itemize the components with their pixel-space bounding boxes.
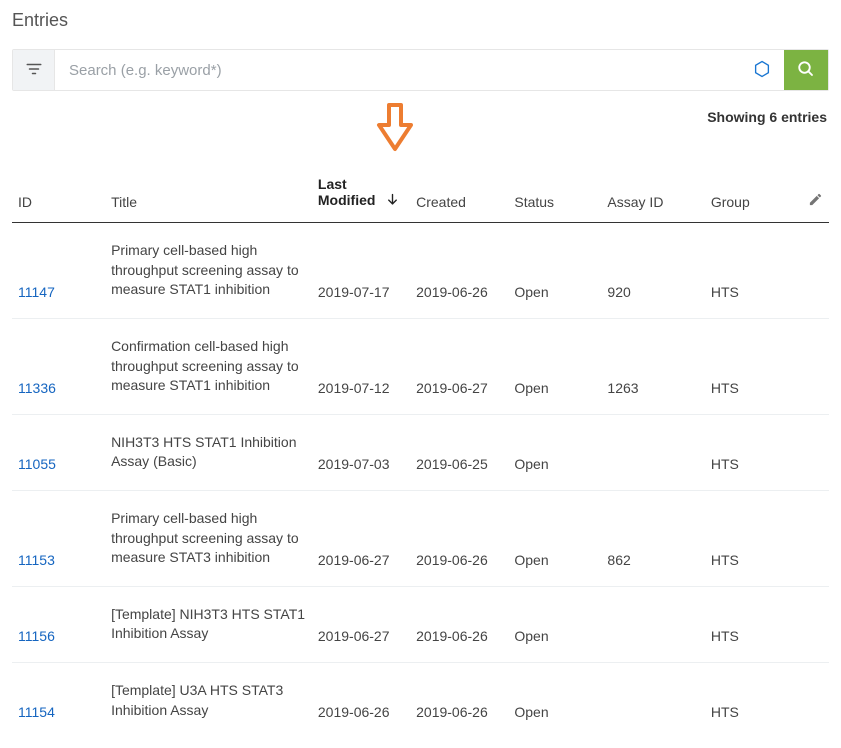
entry-last-modified: 2019-07-17 <box>312 223 410 319</box>
search-icon <box>797 60 815 81</box>
col-header-assay-id[interactable]: Assay ID <box>601 162 704 223</box>
callout-arrow <box>375 103 415 156</box>
entry-status: Open <box>508 319 601 415</box>
entry-last-modified: 2019-07-12 <box>312 319 410 415</box>
entry-title: [Template] U3A HTS STAT3 Inhibition Assa… <box>105 663 312 739</box>
hexagon-icon <box>753 60 771 81</box>
entry-assay-id: 920 <box>601 223 704 319</box>
entry-title: Primary cell-based high throughput scree… <box>105 491 312 587</box>
entry-status: Open <box>508 586 601 662</box>
entry-created: 2019-06-26 <box>410 586 508 662</box>
col-header-group[interactable]: Group <box>705 162 798 223</box>
entry-last-modified: 2019-06-27 <box>312 586 410 662</box>
entry-created: 2019-06-25 <box>410 414 508 490</box>
entry-title: NIH3T3 HTS STAT1 Inhibition Assay (Basic… <box>105 414 312 490</box>
entry-group: HTS <box>705 414 798 490</box>
entry-created: 2019-06-26 <box>410 491 508 587</box>
pencil-icon <box>808 194 823 210</box>
col-header-created[interactable]: Created <box>410 162 508 223</box>
entry-group: HTS <box>705 586 798 662</box>
entry-created: 2019-06-27 <box>410 319 508 415</box>
entry-title: Primary cell-based high throughput scree… <box>105 223 312 319</box>
entry-created: 2019-06-26 <box>410 663 508 739</box>
col-header-last-modified[interactable]: Last Modified <box>312 162 410 223</box>
entry-last-modified: 2019-06-26 <box>312 663 410 739</box>
table-row: 11153 Primary cell-based high throughput … <box>12 491 829 587</box>
col-header-status[interactable]: Status <box>508 162 601 223</box>
table-row: 11055 NIH3T3 HTS STAT1 Inhibition Assay (… <box>12 414 829 490</box>
entry-id-link[interactable]: 11154 <box>18 704 55 720</box>
entry-id-link[interactable]: 11336 <box>18 380 56 396</box>
entry-assay-id <box>601 663 704 739</box>
entry-id-link[interactable]: 11156 <box>18 628 55 644</box>
entry-assay-id: 862 <box>601 491 704 587</box>
search-bar <box>12 49 829 91</box>
entry-status: Open <box>508 491 601 587</box>
table-row: 11156 [Template] NIH3T3 HTS STAT1 Inhibit… <box>12 586 829 662</box>
entry-id-link[interactable]: 11147 <box>18 284 55 300</box>
entry-group: HTS <box>705 223 798 319</box>
table-row: 11147 Primary cell-based high throughput … <box>12 223 829 319</box>
entry-status: Open <box>508 223 601 319</box>
hex-settings-button[interactable] <box>740 50 784 90</box>
entry-title: Confirmation cell-based high throughput … <box>105 319 312 415</box>
entry-id-link[interactable]: 11153 <box>18 552 55 568</box>
col-header-title[interactable]: Title <box>105 162 312 223</box>
filter-icon <box>25 60 43 81</box>
sort-descending-icon <box>385 192 400 210</box>
entry-last-modified: 2019-06-27 <box>312 491 410 587</box>
entry-group: HTS <box>705 319 798 415</box>
entry-last-modified: 2019-07-03 <box>312 414 410 490</box>
entry-status: Open <box>508 414 601 490</box>
table-row: 11154 [Template] U3A HTS STAT3 Inhibition… <box>12 663 829 739</box>
col-header-id[interactable]: ID <box>12 162 105 223</box>
entry-assay-id <box>601 586 704 662</box>
entry-assay-id <box>601 414 704 490</box>
entries-table: ID Title Last Modified Created Status As… <box>12 162 829 738</box>
entry-status: Open <box>508 663 601 739</box>
entry-created: 2019-06-26 <box>410 223 508 319</box>
showing-entries-label: Showing 6 entries <box>707 109 827 125</box>
entry-assay-id: 1263 <box>601 319 704 415</box>
entry-title: [Template] NIH3T3 HTS STAT1 Inhibition A… <box>105 586 312 662</box>
search-button[interactable] <box>784 50 828 90</box>
entry-group: HTS <box>705 663 798 739</box>
search-input[interactable] <box>55 50 740 90</box>
filter-button[interactable] <box>13 50 55 90</box>
callout-row: Showing 6 entries <box>12 105 829 156</box>
col-header-last-modified-label: Last Modified <box>318 176 376 208</box>
table-row: 11336 Confirmation cell-based high throug… <box>12 319 829 415</box>
entry-group: HTS <box>705 491 798 587</box>
col-header-edit[interactable] <box>798 162 829 223</box>
page-title: Entries <box>12 10 829 31</box>
entry-id-link[interactable]: 11055 <box>18 456 56 472</box>
